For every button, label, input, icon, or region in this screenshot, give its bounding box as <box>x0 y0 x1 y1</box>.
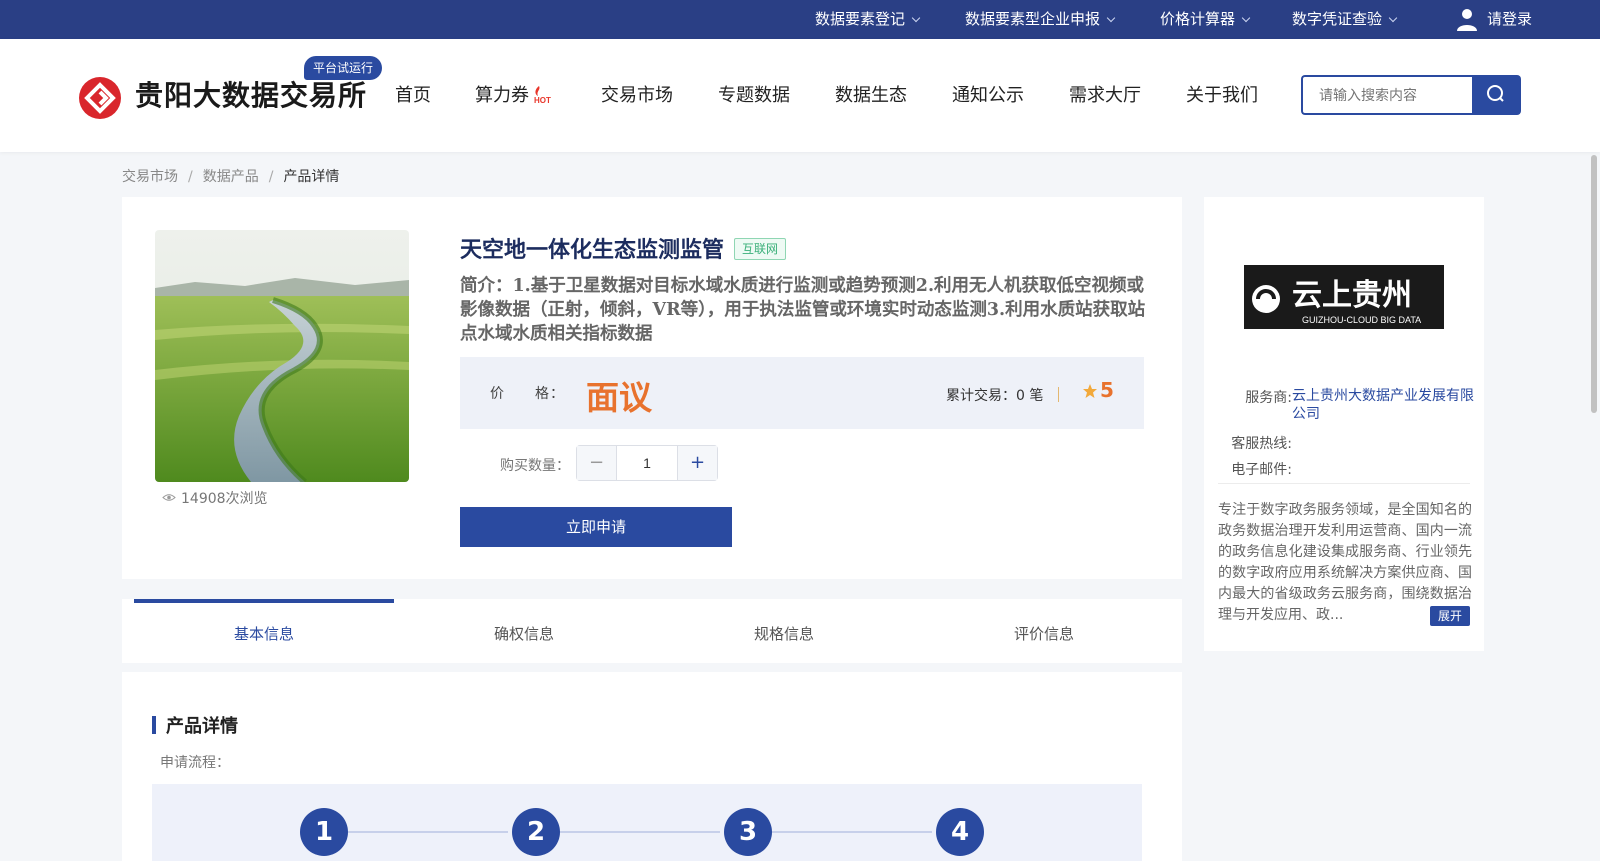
price-panel: 价 格： 面议 累计交易：0 笔 5 <box>460 357 1144 429</box>
login-link[interactable]: 请登录 <box>1487 0 1532 39</box>
trade-count: 累计交易：0 笔 <box>946 388 1044 404</box>
divider <box>1218 483 1470 484</box>
search-icon <box>1487 85 1504 102</box>
tab-basic-info[interactable]: 基本信息 <box>134 599 394 663</box>
service-provider-link[interactable]: 云上贵州大数据产业发展有限公司 <box>1292 387 1478 423</box>
chevron-down-icon <box>1106 13 1116 23</box>
exchange-logo-icon[interactable] <box>79 77 121 119</box>
email-row: 电子邮件: <box>1231 462 1292 478</box>
chevron-down-icon <box>1241 13 1251 23</box>
price-label: 价 格： <box>490 386 565 402</box>
provider-panel: 云上贵州 GUIZHOU-CLOUD BIG DATA 服务商: 云上贵州大数据… <box>1204 197 1484 651</box>
step-connector <box>560 831 720 833</box>
chevron-down-icon <box>911 13 921 23</box>
nav-notices[interactable]: 通知公示 <box>952 81 1024 107</box>
flow-step-4: 4 <box>936 808 984 856</box>
provider-logo[interactable]: 云上贵州 GUIZHOU-CLOUD BIG DATA <box>1244 265 1444 329</box>
svg-text:云上贵州: 云上贵州 <box>1292 278 1412 313</box>
tab-spec-info[interactable]: 规格信息 <box>654 599 914 663</box>
service-provider-row: 服务商: <box>1245 390 1292 406</box>
view-count: 14908次浏览 <box>162 488 268 508</box>
nav-trading-market[interactable]: 交易市场 <box>601 81 673 107</box>
topbar-certificate-check[interactable]: 数字凭证查验 <box>1292 0 1398 39</box>
chevron-down-icon <box>1388 13 1398 23</box>
expand-button[interactable]: 展开 <box>1430 606 1470 626</box>
topbar-enterprise-declaration[interactable]: 数据要素型企业申报 <box>965 0 1116 39</box>
flow-step-2: 2 <box>512 808 560 856</box>
quantity-input[interactable] <box>617 446 677 480</box>
star-icon <box>1083 384 1097 398</box>
category-tag: 互联网 <box>734 238 787 260</box>
detail-tabs: 基本信息 确权信息 规格信息 评价信息 <box>122 599 1182 663</box>
main-header: 贵阳大数据交易所 平台试运行 首页 算力券 HOT 交易市场 专题数据 数据生态… <box>0 39 1600 152</box>
nav-compute-voucher[interactable]: 算力券 HOT <box>475 81 555 107</box>
user-icon[interactable] <box>1455 7 1479 31</box>
product-card: 14908次浏览 天空地一体化生态监测监管 互联网 简介：1.基于卫星数据对目标… <box>122 197 1182 579</box>
product-intro: 简介：1.基于卫星数据对目标水域水质进行监测或趋势预测2.利用无人机获取低空视频… <box>460 276 1146 344</box>
hot-flame-icon: HOT <box>534 86 551 104</box>
apply-flow-label: 申请流程： <box>160 755 230 771</box>
nav-demand-hall[interactable]: 需求大厅 <box>1069 81 1141 107</box>
product-image <box>155 230 409 482</box>
section-accent-bar <box>152 716 156 734</box>
topbar-price-calculator[interactable]: 价格计算器 <box>1160 0 1251 39</box>
price-value: 面议 <box>586 378 652 417</box>
step-connector <box>772 831 932 833</box>
provider-logo-icon: 云上贵州 GUIZHOU-CLOUD BIG DATA <box>1252 278 1421 325</box>
top-utility-bar: 数据要素登记 数据要素型企业申报 价格计算器 数字凭证查验 请登录 <box>0 0 1600 39</box>
nav-topic-data[interactable]: 专题数据 <box>718 81 790 107</box>
product-details-section: 产品详情 申请流程： 1 2 3 4 <box>122 672 1182 861</box>
product-title: 天空地一体化生态监测监管 <box>460 238 725 263</box>
nav-home[interactable]: 首页 <box>395 81 431 107</box>
apply-now-button[interactable]: 立即申请 <box>460 507 732 547</box>
increase-button[interactable]: + <box>677 446 717 480</box>
step-connector <box>348 831 508 833</box>
divider <box>1058 387 1059 402</box>
tab-rights-info[interactable]: 确权信息 <box>394 599 654 663</box>
rating-score: 5 <box>1100 378 1114 402</box>
breadcrumb-trading-market[interactable]: 交易市场 <box>122 169 178 185</box>
decrease-button[interactable]: − <box>577 446 617 480</box>
page-scrollbar[interactable] <box>1591 155 1597 413</box>
flow-step-3: 3 <box>724 808 772 856</box>
svg-text:HOT: HOT <box>534 96 551 104</box>
eye-icon <box>162 494 176 501</box>
site-title[interactable]: 贵阳大数据交易所 <box>135 74 367 114</box>
svg-text:GUIZHOU-CLOUD BIG DATA: GUIZHOU-CLOUD BIG DATA <box>1302 315 1421 325</box>
trial-run-badge: 平台试运行 <box>304 56 383 80</box>
breadcrumb-data-products[interactable]: 数据产品 <box>203 169 259 185</box>
nav-data-ecosystem[interactable]: 数据生态 <box>835 81 907 107</box>
flow-step-1: 1 <box>300 808 348 856</box>
quantity-label: 购买数量： <box>500 458 570 474</box>
breadcrumb: 交易市场 / 数据产品 / 产品详情 <box>122 169 340 185</box>
hotline-row: 客服热线: <box>1231 436 1292 452</box>
search-input[interactable] <box>1301 75 1473 115</box>
breadcrumb-current: 产品详情 <box>283 169 340 185</box>
nav-about-us[interactable]: 关于我们 <box>1186 81 1258 107</box>
tab-reviews[interactable]: 评价信息 <box>914 599 1174 663</box>
section-title: 产品详情 <box>166 716 238 737</box>
topbar-data-registration[interactable]: 数据要素登记 <box>815 0 921 39</box>
search-button[interactable] <box>1472 75 1521 115</box>
apply-flow-panel: 1 2 3 4 <box>152 784 1142 861</box>
quantity-stepper: − + <box>576 445 718 481</box>
